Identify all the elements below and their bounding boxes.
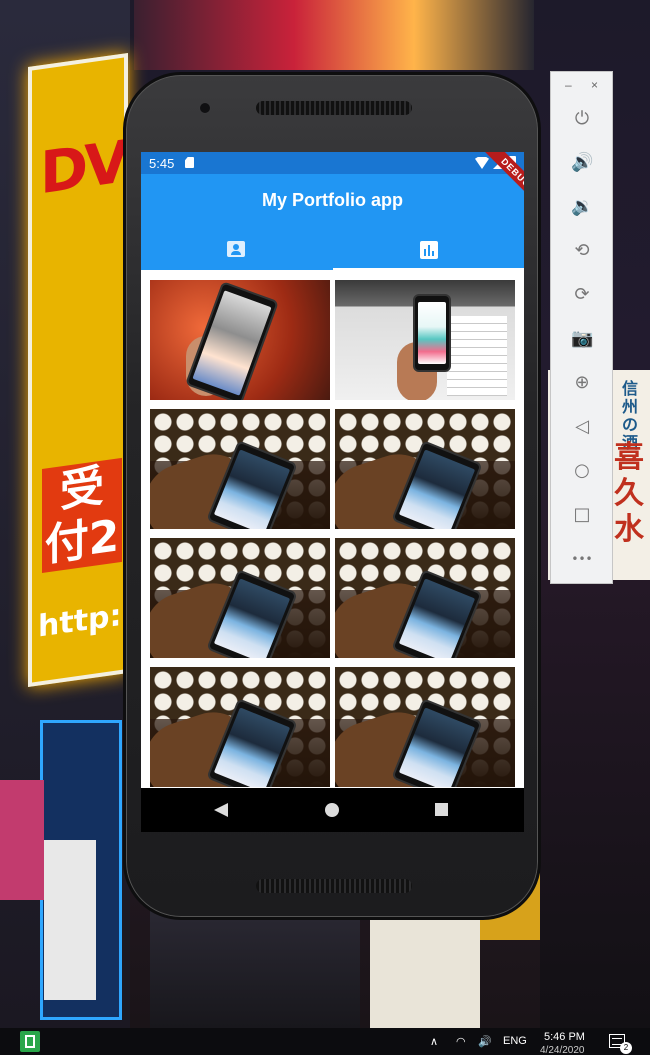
camera-icon[interactable]: 📷 xyxy=(571,328,593,350)
panel-minimize-button[interactable]: – xyxy=(565,78,572,92)
gallery-image[interactable] xyxy=(150,280,330,400)
gallery-image[interactable] xyxy=(335,409,515,529)
sd-card-icon xyxy=(185,157,194,168)
volume-icon[interactable]: 🔊 xyxy=(478,1035,492,1048)
app-bar: My Portfolio app xyxy=(141,174,524,270)
language-indicator[interactable]: ENG xyxy=(503,1035,527,1047)
gallery-image[interactable] xyxy=(150,409,330,529)
gallery-image[interactable] xyxy=(150,667,330,787)
taskbar-clock-time[interactable]: 5:46 PM xyxy=(544,1031,585,1043)
back-icon[interactable] xyxy=(214,803,228,817)
wallpaper-sign-top xyxy=(134,0,534,70)
zoom-icon[interactable]: ⊕ xyxy=(571,372,593,394)
wallpaper-neon-sign: DVD 受付2 http: xyxy=(28,52,169,688)
app-title: My Portfolio app xyxy=(262,190,403,210)
wallpaper-sign-white xyxy=(44,840,96,1000)
bar-chart-icon xyxy=(420,241,438,259)
sign-web-text: http: xyxy=(38,597,122,645)
home-icon[interactable] xyxy=(325,803,339,817)
taskbar-clock-date[interactable]: 4/24/2020 xyxy=(540,1045,585,1055)
gallery-image[interactable] xyxy=(150,538,330,658)
status-time: 5:45 xyxy=(149,156,175,171)
emulator-home-icon[interactable]: ○ xyxy=(571,460,593,482)
wifi-icon xyxy=(475,157,489,169)
status-bar: 5:45 xyxy=(141,152,524,174)
rotate-right-icon[interactable]: ⟳ xyxy=(571,284,593,306)
windows-taskbar: ∧ ◠ 🔊 ENG 5:46 PM 4/24/2020 2 xyxy=(0,1028,650,1055)
recents-icon[interactable] xyxy=(435,803,448,816)
more-icon[interactable]: ••• xyxy=(571,548,593,570)
power-icon[interactable]: ⏻ xyxy=(571,108,593,130)
tab-profile[interactable] xyxy=(141,230,332,270)
emulator-back-icon[interactable]: ◁ xyxy=(571,416,593,438)
phone-screen: 5:45 My Portfolio app DEBUG xyxy=(141,152,524,832)
taskbar-app-icon[interactable] xyxy=(20,1031,40,1052)
gallery-image[interactable] xyxy=(335,538,515,658)
panel-close-button[interactable]: × xyxy=(591,78,598,92)
sign-jp-text: 受付2 xyxy=(42,457,122,574)
gallery-image[interactable] xyxy=(335,280,515,400)
wallpaper-building-right xyxy=(540,580,650,1028)
sake-sign-big-text: 喜久水 xyxy=(614,440,644,547)
android-nav-bar xyxy=(141,788,524,832)
top-speaker xyxy=(256,101,412,115)
network-icon[interactable]: ◠ xyxy=(456,1035,466,1048)
front-camera xyxy=(199,102,211,114)
gallery-image[interactable] xyxy=(335,667,515,787)
volume-up-icon[interactable]: 🔊 xyxy=(571,152,593,174)
show-hidden-icons-icon[interactable]: ∧ xyxy=(430,1035,438,1048)
overview-icon[interactable]: □ xyxy=(571,504,593,526)
wallpaper-sign-pink xyxy=(0,780,44,900)
bottom-speaker xyxy=(256,879,412,893)
notification-count-badge: 2 xyxy=(620,1042,632,1054)
volume-down-icon[interactable]: 🔉 xyxy=(571,196,593,218)
emulator-control-panel: – × ⏻ 🔊 🔉 ⟲ ⟳ 📷 ⊕ ◁ ○ □ ••• xyxy=(550,71,613,584)
tab-stats[interactable] xyxy=(333,230,524,270)
contact-icon xyxy=(227,241,245,257)
rotate-left-icon[interactable]: ⟲ xyxy=(571,240,593,262)
